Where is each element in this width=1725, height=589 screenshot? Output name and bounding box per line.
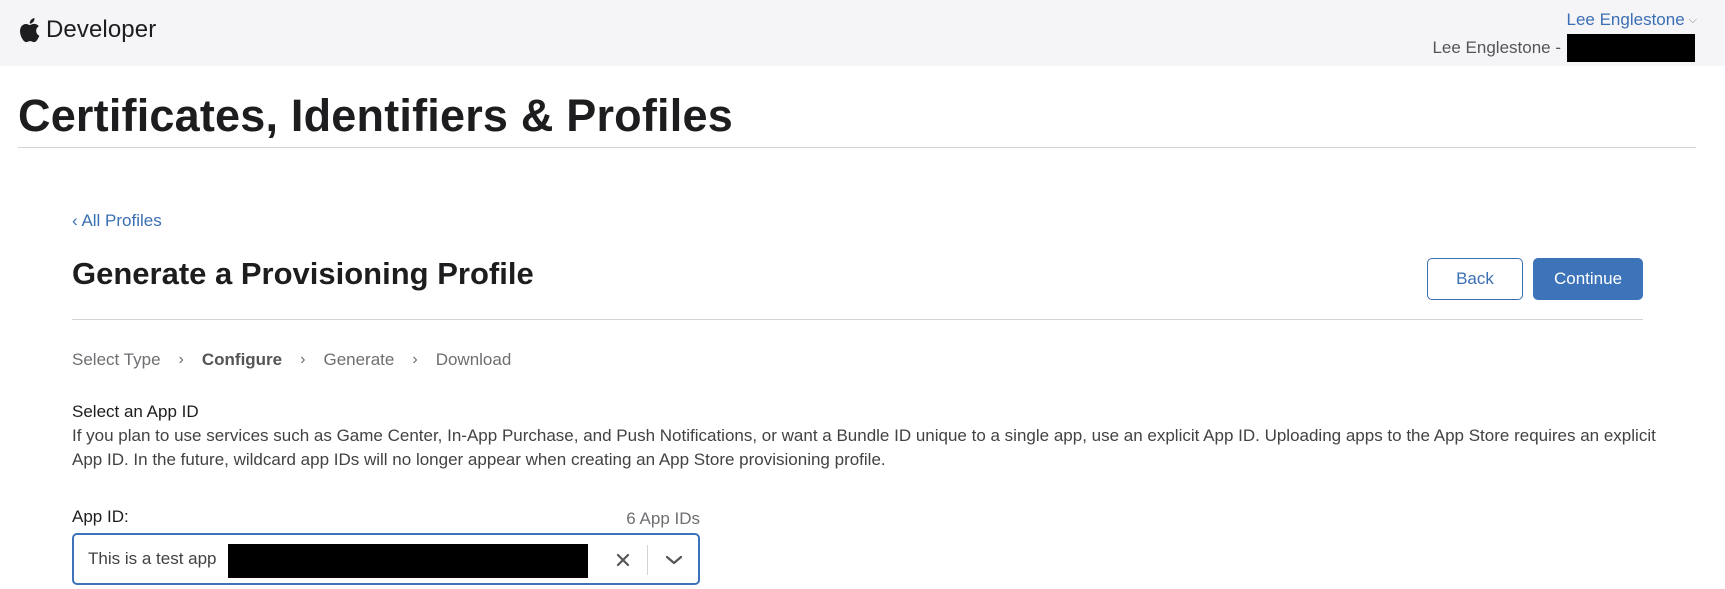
step-generate: Generate [323, 350, 395, 369]
brand-label: Developer [46, 16, 157, 43]
step-download: Download [435, 350, 512, 369]
team-prefix: Lee Englestone - [1432, 38, 1561, 57]
app-id-count: 6 App IDs [626, 509, 700, 528]
account-menu[interactable]: Lee Englestone ⌵ [1567, 10, 1698, 30]
apple-logo-icon [18, 17, 40, 43]
page: Developer Lee Englestone ⌵ Lee Engleston… [0, 0, 1725, 589]
chevron-down-icon: ⌵ [1688, 13, 1697, 26]
clear-icon [616, 553, 630, 567]
step-configure: Configure [201, 350, 283, 369]
continue-button[interactable]: Continue [1533, 258, 1643, 300]
redacted-team-id [1567, 34, 1695, 62]
app-id-selected-value: This is a test app [88, 549, 217, 568]
step-indicator: Select Type › Configure › Generate › Dow… [72, 350, 511, 370]
all-profiles-link[interactable]: ‹ All Profiles [72, 211, 162, 231]
section-description: If you plan to use services such as Game… [72, 426, 1656, 469]
chevron-right-icon: › [178, 351, 184, 368]
app-id-label: App ID: [72, 507, 129, 526]
back-button[interactable]: Back [1427, 258, 1523, 300]
team-info: Lee Englestone - [1432, 34, 1695, 62]
page-heading: Generate a Provisioning Profile [72, 256, 534, 291]
top-bar: Developer Lee Englestone ⌵ Lee Engleston… [0, 0, 1725, 66]
section-divider [72, 319, 1643, 320]
clear-selection-button[interactable] [608, 545, 638, 575]
app-id-select[interactable]: This is a test app [72, 533, 700, 585]
chevron-right-icon: › [300, 351, 306, 368]
dropdown-toggle-button[interactable] [657, 545, 691, 575]
account-name: Lee Englestone [1566, 10, 1685, 29]
title-divider [18, 147, 1696, 148]
chevron-right-icon: › [412, 351, 418, 368]
section-label: Select an App ID [72, 402, 199, 421]
combo-divider [647, 545, 648, 575]
redacted-bundle-id [228, 544, 588, 578]
step-select-type: Select Type [72, 350, 161, 369]
chevron-down-icon [665, 555, 683, 565]
page-title: Certificates, Identifiers & Profiles [18, 90, 733, 141]
developer-logo[interactable]: Developer [18, 16, 156, 44]
